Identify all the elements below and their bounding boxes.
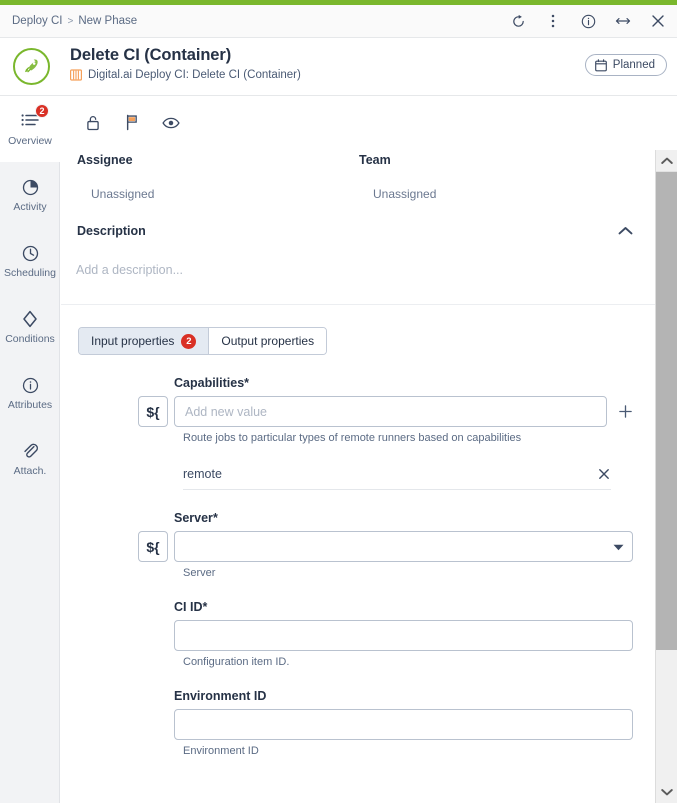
description-header: Description [61,223,655,239]
field-label: Server* [174,511,218,525]
field-helper: Route jobs to particular types of remote… [183,432,522,444]
assignee-label: Assignee [77,153,133,167]
ci-id-input[interactable] [174,620,633,651]
scroll-down-icon[interactable] [656,781,677,803]
expand-icon[interactable] [614,12,632,30]
team-label: Team [359,153,391,167]
scroll-up-icon[interactable] [656,150,677,172]
vertical-scrollbar[interactable] [655,150,677,803]
variable-button[interactable]: ${ [138,396,168,427]
status-badge: 2 [181,333,197,349]
assignment-row: Assignee Unassigned Team Unassigned [61,132,655,201]
list-icon: 2 [20,104,49,131]
sidebar-item-label: Activity [13,201,47,214]
chevron-up-icon[interactable] [617,223,633,239]
unlock-icon[interactable] [83,113,102,132]
more-options-icon[interactable] [544,12,562,30]
container-icon [70,69,82,81]
team-value[interactable]: Unassigned [359,187,641,201]
field-ci-id: CI ID* Configuration item ID. [61,600,633,668]
sidebar-item-overview[interactable]: 2 Overview [0,96,61,162]
input-row: ${ [61,396,633,427]
server-select[interactable] [174,531,633,562]
title-bar: Delete CI (Container) Digital.ai Deploy … [0,38,677,96]
step-toolbar [61,96,655,132]
properties-tabs: Input properties 2 Output properties [78,327,328,355]
input-row [61,709,633,740]
close-icon[interactable] [649,12,667,30]
input-row: ${ [61,531,633,562]
paperclip-icon [20,441,40,461]
tab-label: Input properties [91,334,175,348]
field-label: CI ID* [174,600,208,614]
input-row [61,620,633,651]
properties-form: Capabilities* ${ Route jobs to particula… [61,376,655,757]
breadcrumb-separator: > [67,15,74,27]
field-helper: Environment ID [183,745,259,757]
info-icon[interactable] [579,12,597,30]
flag-icon[interactable] [122,113,141,132]
rocket-icon [13,48,50,85]
subtitle-row: Digital.ai Deploy CI: Delete CI (Contain… [70,69,301,81]
field-helper: Server [183,567,216,579]
clock-icon [20,243,40,263]
sidebar-item-label: Attach. [13,465,47,478]
calendar-icon [594,58,607,72]
field-label: Environment ID [174,689,267,703]
diamond-icon [20,309,40,329]
sidebar: 2 Overview Activity Scheduling Condition… [0,96,61,803]
field-label: Capabilities* [174,376,250,390]
divider [61,304,655,305]
status-badge-label: Planned [612,59,655,71]
field-helper: Configuration item ID. [183,656,290,668]
tab-output-properties[interactable]: Output properties [208,328,327,354]
sidebar-item-activity[interactable]: Activity [0,162,60,228]
sidebar-item-scheduling[interactable]: Scheduling [0,228,60,294]
team-block: Team Unassigned [359,153,641,201]
server-select-input[interactable] [174,531,633,562]
sidebar-item-label: Conditions [5,333,55,346]
plus-icon[interactable] [617,404,633,420]
scrollbar-thumb[interactable] [656,172,677,650]
field-environment-id: Environment ID Environment ID [61,689,633,757]
eye-icon[interactable] [161,113,180,132]
step-detail-panel: Deploy CI > New Phase Delete CI (Contain… [0,0,677,803]
sidebar-item-attributes[interactable]: Attributes [0,360,60,426]
breadcrumb-item-deploy-ci[interactable]: Deploy CI [12,15,63,27]
variable-button[interactable]: ${ [138,531,168,562]
window-chrome: Deploy CI > New Phase [0,5,677,38]
assignee-block: Assignee Unassigned [77,153,359,201]
capability-chip: remote [183,458,611,490]
status-badge: 2 [35,104,49,119]
assignee-value[interactable]: Unassigned [77,187,359,201]
description-input[interactable]: Add a description... [61,263,655,277]
sidebar-item-label: Attributes [7,399,53,412]
close-icon[interactable] [597,467,611,481]
refresh-icon[interactable] [509,12,527,30]
sidebar-item-conditions[interactable]: Conditions [0,294,60,360]
tab-input-properties[interactable]: Input properties 2 [79,328,209,354]
breadcrumb: Deploy CI > New Phase [12,15,137,27]
info-circle-icon [20,375,40,395]
main-content: Assignee Unassigned Team Unassigned Desc… [61,96,655,803]
environment-id-input[interactable] [174,709,633,740]
pie-chart-icon [20,177,40,197]
subtitle-text: Digital.ai Deploy CI: Delete CI (Contain… [88,69,301,81]
title-block: Delete CI (Container) Digital.ai Deploy … [70,46,301,81]
description-title: Description [77,224,146,238]
capabilities-input[interactable] [174,396,607,427]
breadcrumb-item-new-phase[interactable]: New Phase [78,15,137,27]
sidebar-item-label: Overview [8,135,52,148]
status-badge[interactable]: Planned [584,54,667,76]
sidebar-item-attachments[interactable]: Attach. [0,426,60,492]
page-title: Delete CI (Container) [70,46,232,64]
field-capabilities: Capabilities* ${ Route jobs to particula… [61,376,633,490]
chip-label: remote [183,466,222,481]
window-actions [509,12,667,30]
tab-label: Output properties [221,334,315,348]
sidebar-item-label: Scheduling [4,267,56,280]
field-server: Server* ${ Server [61,511,633,579]
